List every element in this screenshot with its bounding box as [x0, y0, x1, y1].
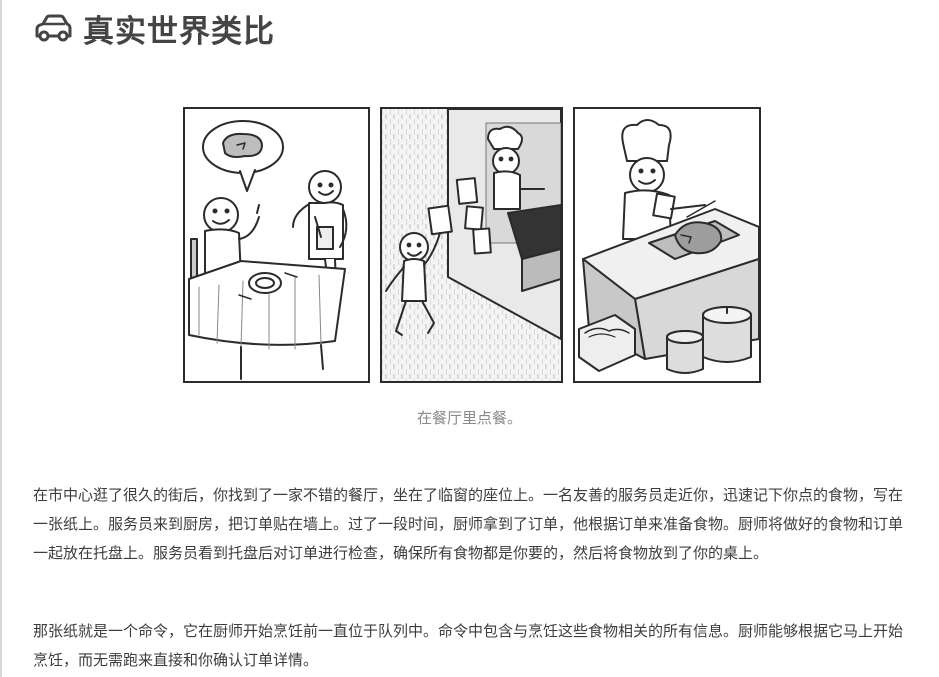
- steak-icon: [222, 132, 263, 158]
- chef-hat: [621, 119, 672, 162]
- paragraph-1: 在市中心逛了很久的街后，你找到了一家不错的餐厅，坐在了临窗的座位上。一名友善的服…: [33, 486, 904, 562]
- car-icon: [35, 14, 72, 42]
- section-heading: 真实世界类比: [33, 6, 275, 50]
- restaurant-customer-panel: [183, 107, 370, 383]
- meat-on-board: [674, 221, 723, 255]
- paragraph-2: 那张纸就是一个命令，它在厨师开始烹饪前一直位于队列中。命令中包含与烹饪这些食物相…: [33, 622, 904, 669]
- chef-head: [629, 157, 665, 193]
- comic-illustration: [183, 107, 761, 385]
- restaurant-scene-drawing: [188, 120, 348, 380]
- kitchen-window-panel: [380, 107, 563, 383]
- section-title: 真实世界类比: [83, 13, 275, 50]
- chef-cooking-panel: [573, 107, 761, 383]
- figure-caption: 在餐厅里点餐。: [416, 409, 522, 427]
- chef-cooking-drawing: [578, 119, 759, 374]
- vegetable-crate: [578, 314, 636, 372]
- customer-head: [203, 197, 239, 233]
- waiter-head: [399, 232, 429, 262]
- kitchen-window-drawing: [382, 109, 561, 381]
- waiter-head: [308, 170, 342, 204]
- left-border: [0, 0, 2, 677]
- order-slip: [652, 192, 676, 220]
- order-ticket: [455, 177, 479, 205]
